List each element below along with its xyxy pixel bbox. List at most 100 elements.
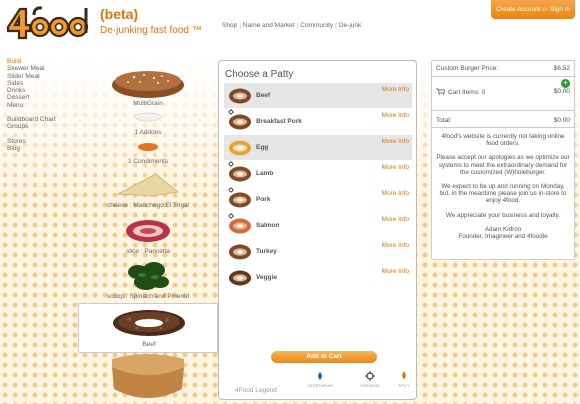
sidebar-item-menu[interactable]: Menu <box>7 102 56 109</box>
patty-row[interactable]: Turkey More Info <box>224 239 412 265</box>
legend-premium: PREMIUM <box>353 371 387 388</box>
sign-in-link[interactable]: Sign in <box>550 6 570 13</box>
sidebar-item-slider-meal[interactable]: Slider Meal <box>7 73 56 80</box>
patty-name: Salmon <box>256 222 280 229</box>
legend-vegetarian: VEGETARIAN <box>303 371 337 388</box>
cart-divider <box>432 76 574 77</box>
expand-plus-icon[interactable]: + <box>561 79 570 88</box>
patty-thumbnail <box>229 218 251 234</box>
sidebar-item-groups[interactable]: Groups <box>7 123 56 130</box>
nav-community[interactable]: Community <box>300 22 333 29</box>
sidebar-item-build[interactable]: Build <box>7 58 56 65</box>
sidebar-item-skewer-meal[interactable]: Skewer Meal <box>7 65 56 72</box>
beef-patty-image <box>113 310 185 336</box>
notice-paragraph: We expect to be up and running on Monday… <box>439 183 567 205</box>
addon-image[interactable] <box>133 112 163 122</box>
total-value: $0.00 <box>553 117 570 124</box>
cart-items-label[interactable]: Cart Items: 0 <box>448 89 485 96</box>
patty-row[interactable]: Breakfast Pork More Info <box>224 109 412 135</box>
patty-label: Beef <box>142 341 156 348</box>
legend-spicy-label: SPICY <box>397 383 410 388</box>
more-info-link[interactable]: More Info <box>382 216 409 223</box>
pancetta-image[interactable] <box>122 218 174 244</box>
patty-thumbnail <box>229 114 251 130</box>
cheese-image[interactable] <box>116 172 180 198</box>
top-nav: Shop | Name and Market | Community | De-junk <box>222 22 361 29</box>
more-info-link[interactable]: More Info <box>382 242 409 249</box>
beta-label: (beta) <box>100 6 139 22</box>
custom-price-label: Custom Burger Price: <box>436 65 499 72</box>
tagline-rest: ·junking fast food ™ <box>112 25 202 36</box>
patty-row[interactable]: Veggie More Info <box>224 265 412 291</box>
premium-icon <box>365 371 375 381</box>
patty-row[interactable]: Egg More Info <box>224 135 412 161</box>
patty-name: Veggie <box>256 274 277 281</box>
spicy-icon <box>402 371 406 379</box>
patty-row[interactable]: Lamb More Info <box>224 161 412 187</box>
tagline: De·junking fast food ™ <box>100 25 202 36</box>
more-info-link[interactable]: More Info <box>382 112 409 119</box>
4food-logo[interactable] <box>4 3 92 41</box>
patty-name: Turkey <box>256 248 277 255</box>
notice-paragraph: 4food's website is currently not taking … <box>441 133 565 148</box>
cart-divider <box>432 127 574 128</box>
sidebar-item-dessert[interactable]: Dessert <box>7 94 56 101</box>
cart-items-row: Cart Items: 0 $0.00 <box>436 88 570 96</box>
cart-divider <box>432 110 574 111</box>
total-label: Total: <box>436 117 452 124</box>
nav-de-junk[interactable]: De-junk <box>339 22 361 29</box>
legend-spicy: SPICY <box>387 371 421 388</box>
burger-stack: MultiGrain 1 Addons 1 Condiments cheese … <box>78 60 218 404</box>
patty-row[interactable]: Salmon More Info <box>224 213 412 239</box>
sidebar-item-stores[interactable]: Stores <box>7 138 56 145</box>
more-info-link[interactable]: More Info <box>382 268 409 275</box>
notice-paragraph: Please accept our apologies as we optimi… <box>436 154 570 176</box>
sidebar-item-blog[interactable]: Blog <box>7 145 56 152</box>
selected-patty-box[interactable]: Beef <box>78 303 218 353</box>
patty-name: Lamb <box>256 170 274 177</box>
cart-panel: Custom Burger Price: $6.52 + Cart Items:… <box>431 60 575 260</box>
cheese-label: cheese : Manchego El Trigal <box>106 202 190 209</box>
create-account-link[interactable]: Create Account <box>496 6 540 13</box>
multigrain-bun-top-image[interactable] <box>110 68 186 98</box>
more-info-link[interactable]: More Info <box>382 164 409 171</box>
patty-thumbnail <box>229 192 251 208</box>
condiments-label: 1 Condiments <box>127 158 169 165</box>
total-row: Total: $0.00 <box>436 117 570 124</box>
patty-thumbnail <box>229 244 251 260</box>
sidebar-item-sides[interactable]: Sides <box>7 80 56 87</box>
bun-label: MultiGrain <box>133 100 163 107</box>
nav-shop[interactable]: Shop <box>222 22 237 29</box>
patty-name: Breakfast Pork <box>256 118 302 125</box>
more-info-link[interactable]: More Info <box>382 86 409 93</box>
panel-title: Choose a Patty <box>225 69 294 80</box>
patty-thumbnail <box>229 270 251 286</box>
condiment-image[interactable] <box>136 142 160 152</box>
nav-separator: | <box>296 22 299 29</box>
more-info-link[interactable]: More Info <box>382 190 409 197</box>
patty-row[interactable]: Pork More Info <box>224 187 412 213</box>
patty-name: Beef <box>256 92 271 99</box>
multigrain-bun-bottom-image[interactable] <box>108 353 188 404</box>
nav-separator: | <box>239 22 241 29</box>
legend-premium-label: PREMIUM <box>360 383 380 388</box>
scoop-label: scoop : Spinach and Pinenut <box>106 293 190 300</box>
patty-thumbnail <box>229 166 251 182</box>
cart-items-value: $0.00 <box>553 88 570 95</box>
sidebar-item-buildboard-chart[interactable]: Buildboard Chart <box>7 116 56 123</box>
patty-row[interactable]: Beef More Info <box>224 83 412 109</box>
choose-patty-panel: Choose a Patty Beef More Info Breakfast Po… <box>218 60 417 400</box>
add-to-cart-button[interactable]: Add to Cart <box>271 351 377 363</box>
nav-name-and-market[interactable]: Name and Market <box>243 22 295 29</box>
more-info-link[interactable]: More Info <box>382 138 409 145</box>
patty-thumbnail <box>229 140 251 156</box>
cart-icon <box>436 88 446 95</box>
spinach-image[interactable] <box>124 260 172 292</box>
custom-price-value: $6.52 <box>553 65 570 72</box>
account-bar: Create Account or Sign in <box>491 0 575 19</box>
sidebar-item-drinks[interactable]: Drinks <box>7 87 56 94</box>
addons-label: 1 Addons <box>134 129 162 136</box>
ordering-notice: 4food's website is currently not taking … <box>436 133 570 247</box>
vegetarian-icon <box>318 372 322 380</box>
